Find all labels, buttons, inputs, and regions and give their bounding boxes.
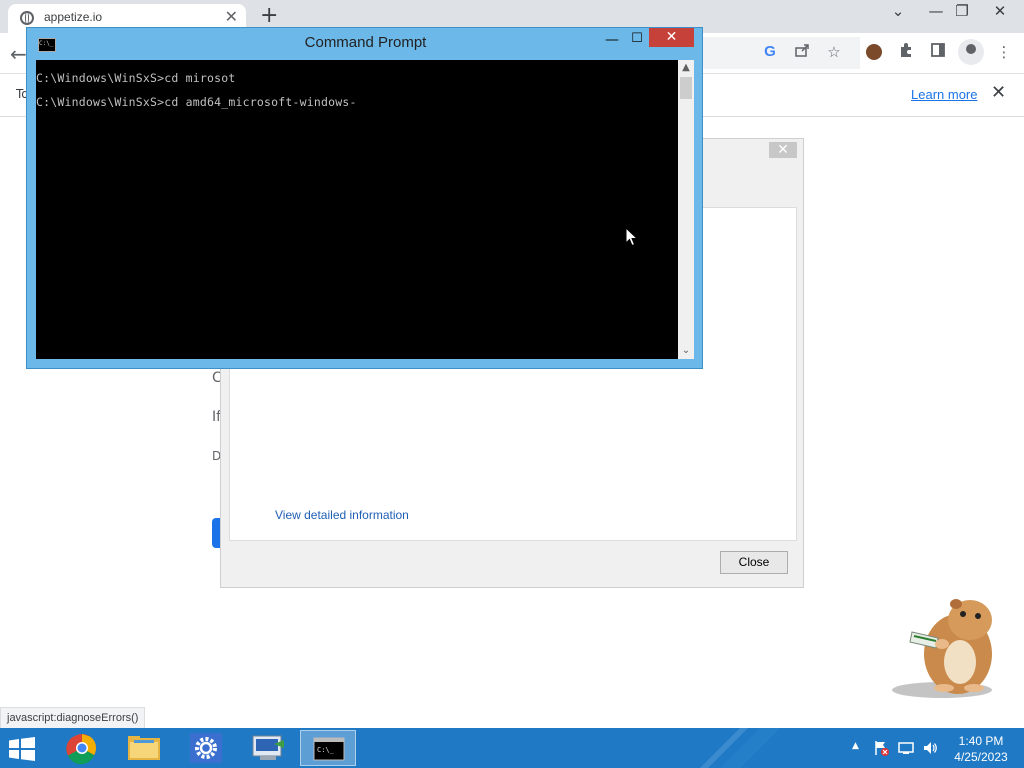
action-center-flag-icon[interactable]	[873, 740, 889, 756]
bookmark-star-icon[interactable]: ☆	[824, 42, 844, 62]
clock-time: 1:40 PM	[958, 734, 1004, 748]
dialog-close-icon[interactable]: ✕	[769, 142, 797, 158]
file-explorer-icon	[128, 736, 160, 760]
taskbar-chrome[interactable]	[54, 730, 110, 766]
side-panel-icon[interactable]	[928, 42, 948, 62]
minimize-button[interactable]: —	[601, 32, 623, 48]
scroll-up-icon[interactable]: ▲	[678, 60, 694, 76]
info-bar-close-icon[interactable]: ✕	[991, 82, 1006, 103]
profile-avatar-icon[interactable]	[866, 44, 882, 60]
taskbar-settings[interactable]	[178, 730, 234, 766]
browser-restore-button[interactable]: ❐	[946, 0, 978, 30]
settings-icon	[190, 733, 222, 763]
hamster-mascot-icon	[892, 599, 992, 698]
taskbar-command-prompt[interactable]: C:\_	[300, 730, 356, 766]
extensions-icon[interactable]	[896, 42, 916, 62]
new-tab-button[interactable]: +	[260, 4, 278, 28]
maximize-button[interactable]: ☐	[626, 31, 648, 46]
tab-title: appetize.io	[44, 10, 103, 24]
status-bar-url: javascript:diagnoseErrors()	[0, 707, 146, 729]
taskbar-decoration	[700, 728, 780, 768]
tab-close-icon[interactable]: ✕	[225, 7, 238, 26]
view-detailed-information-link[interactable]: View detailed information	[275, 508, 409, 522]
scroll-thumb[interactable]	[680, 77, 692, 99]
console-line: C:\Windows\WinSxS>cd mirosot	[36, 71, 236, 85]
close-button[interactable]: Close	[720, 551, 788, 574]
globe-icon	[20, 11, 34, 25]
taskbar-network-app[interactable]	[240, 730, 296, 766]
vertical-scrollbar[interactable]: ▲ ⌄	[678, 60, 694, 359]
profile-icon[interactable]	[958, 39, 984, 65]
console-output[interactable]: C:\Windows\WinSxS>cd mirosot C:\Windows\…	[36, 60, 678, 359]
google-icon[interactable]: G	[760, 42, 780, 62]
volume-icon[interactable]	[922, 740, 938, 756]
clock-date: 4/25/2023	[954, 750, 1008, 764]
taskbar-file-explorer[interactable]	[116, 730, 172, 766]
learn-more-link[interactable]: Learn more	[911, 87, 977, 102]
back-button[interactable]: ←	[10, 42, 27, 66]
svg-text:C:\_: C:\_	[317, 746, 335, 754]
command-prompt-window[interactable]: C:\_ Command Prompt — ☐ ✕ C:\Windows\Win…	[26, 27, 703, 369]
chrome-icon	[66, 734, 96, 765]
scroll-down-icon[interactable]: ⌄	[678, 343, 694, 359]
network-icon[interactable]	[898, 740, 914, 756]
network-icon	[252, 735, 284, 760]
tab-search-icon[interactable]: ⌄	[882, 0, 914, 30]
taskbar-clock[interactable]: 1:40 PM 4/25/2023	[946, 733, 1016, 765]
browser-close-button[interactable]: ✕	[984, 0, 1016, 30]
menu-icon[interactable]: ⋮	[994, 42, 1014, 62]
close-button[interactable]: ✕	[649, 28, 694, 47]
mouse-cursor-icon	[625, 227, 639, 247]
command-prompt-icon: C:\_	[313, 737, 345, 761]
start-button[interactable]	[8, 737, 36, 761]
console-line: C:\Windows\WinSxS>cd amd64_microsoft-win…	[36, 95, 357, 109]
show-hidden-icons-icon[interactable]: ▲	[852, 741, 859, 751]
windows-taskbar: C:\_ ▲ 1:40 PM 4/25/2023	[0, 728, 1024, 768]
share-icon[interactable]	[792, 42, 812, 62]
